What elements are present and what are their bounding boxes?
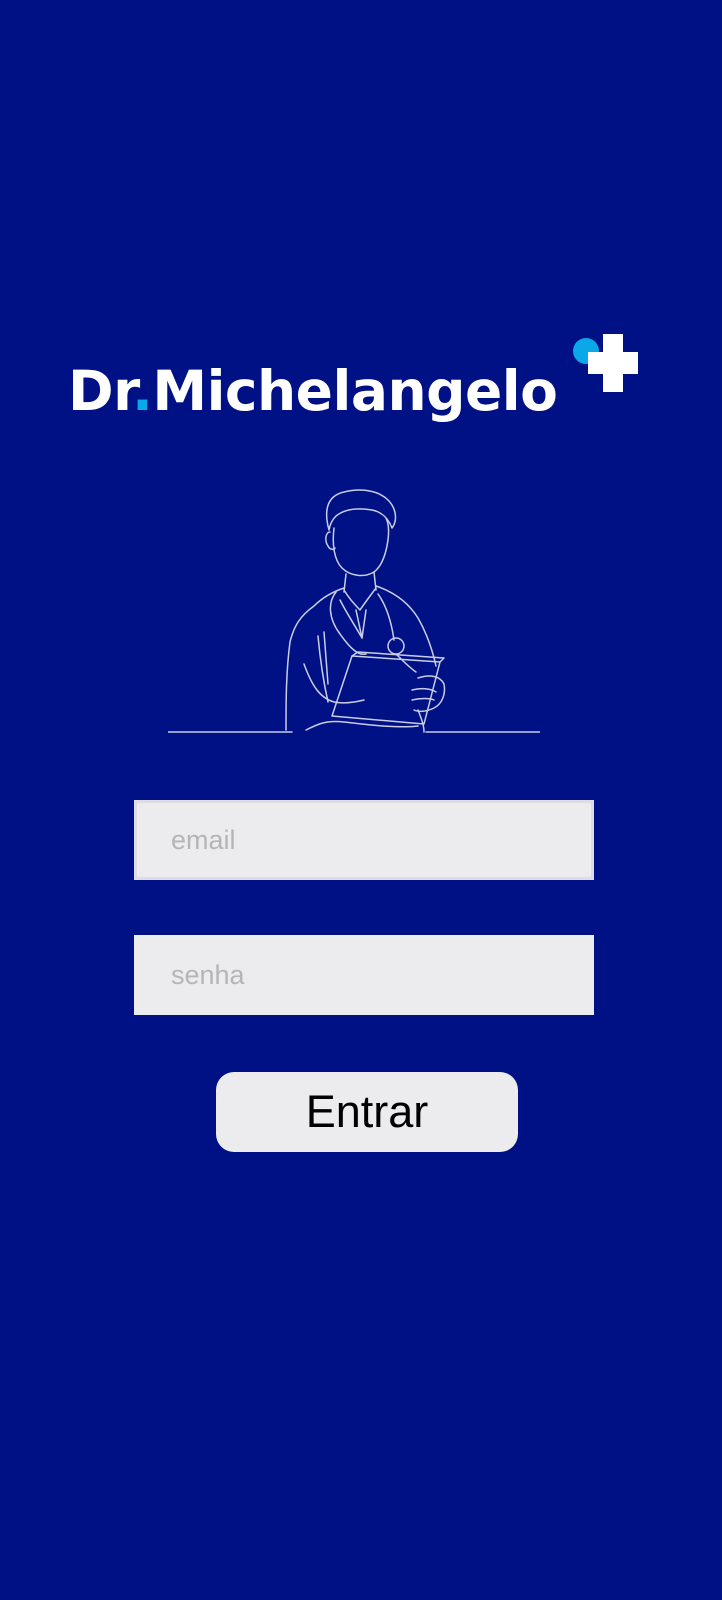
brand-name: Dr.Michelangelo [68,364,558,419]
doctor-illustration [168,489,540,733]
brand-name-dot: . [131,359,153,423]
medical-cross-icon [573,334,638,392]
password-input[interactable] [134,935,594,1015]
email-input[interactable] [134,800,594,880]
brand-name-suffix: Michelangelo [152,359,558,423]
brand-logo: Dr.Michelangelo [68,330,648,440]
login-button[interactable]: Entrar [216,1072,518,1152]
brand-name-prefix: Dr [68,359,132,423]
